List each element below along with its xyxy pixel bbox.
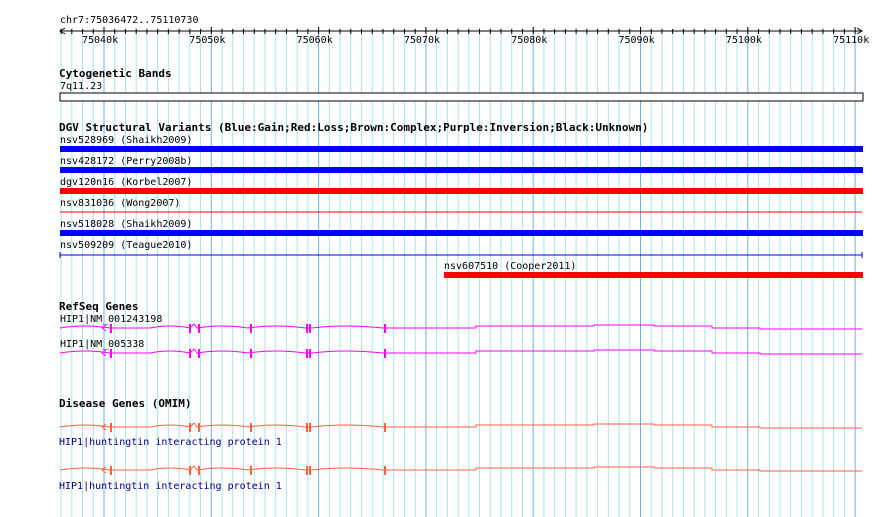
exon — [110, 423, 112, 432]
ruler-tick-label: 75100k — [725, 35, 762, 46]
exon — [189, 466, 191, 475]
exon — [306, 324, 308, 333]
ruler-tick-label: 75090k — [618, 35, 655, 46]
exon — [306, 423, 308, 432]
sv-label[interactable]: dgv120n16 (Korbel2007) — [60, 177, 192, 188]
gene-label[interactable]: HIP1|NM_005338 — [60, 339, 144, 350]
sv-bar — [60, 230, 863, 236]
exon — [384, 423, 386, 432]
exon — [189, 324, 191, 333]
exon — [309, 324, 311, 333]
sv-label[interactable]: nsv831036 (Wong2007) — [60, 198, 180, 209]
sv-label[interactable]: nsv509209 (Teague2010) — [60, 240, 192, 251]
sv-label[interactable]: nsv607510 (Cooper2011) — [444, 261, 576, 272]
sv-label[interactable]: nsv528969 (Shaikh2009) — [60, 135, 192, 146]
omim-gene-label[interactable]: HIP1|huntingtin interacting protein 1 — [59, 437, 282, 448]
exon — [189, 423, 191, 432]
sv-bar — [60, 146, 863, 152]
exon — [198, 423, 200, 432]
omim-gene-label[interactable]: HIP1|huntingtin interacting protein 1 — [59, 481, 282, 492]
sv-bar — [444, 272, 863, 278]
exon — [189, 349, 191, 358]
track-title-refseq[interactable]: RefSeq Genes — [59, 301, 138, 313]
exon — [110, 324, 112, 333]
cytoband-bar — [59, 92, 864, 102]
exon — [110, 466, 112, 475]
gene-intron-line — [59, 465, 862, 472]
ruler-tick-label: 75110k — [833, 35, 870, 46]
ruler-tick-label: 75040k — [82, 35, 119, 46]
exon — [309, 349, 311, 358]
ruler-tick-label: 75050k — [189, 35, 226, 46]
gene-label[interactable]: HIP1|NM_001243198 — [60, 314, 162, 325]
sv-label[interactable]: nsv518028 (Shaikh2009) — [60, 219, 192, 230]
ruler-tick-label: 75070k — [403, 35, 441, 46]
exon — [384, 349, 386, 358]
sv-bar — [60, 188, 863, 194]
exon — [198, 349, 200, 358]
gene-intron-line — [59, 422, 862, 429]
track-title-cytogenetic-bands[interactable]: Cytogenetic Bands — [59, 68, 172, 80]
exon — [250, 466, 252, 475]
exon — [198, 466, 200, 475]
exon — [309, 423, 311, 432]
exon — [198, 324, 200, 333]
ruler-position-label: chr7:75036472..75110730 — [60, 15, 199, 26]
cytoband-label[interactable]: 7q11.23 — [60, 81, 102, 92]
sv-label[interactable]: nsv428172 (Perry2008b) — [60, 156, 192, 167]
track-title-dgv[interactable]: DGV Structural Variants (Blue:Gain;Red:L… — [59, 122, 648, 134]
track-title-omim[interactable]: Disease Genes (OMIM) — [59, 398, 191, 410]
exon — [110, 349, 112, 358]
exon — [306, 466, 308, 475]
exon — [306, 349, 308, 358]
exon — [250, 349, 252, 358]
exon — [250, 324, 252, 333]
ruler-tick-label: 75060k — [296, 35, 333, 46]
exon — [384, 324, 386, 333]
exon — [250, 423, 252, 432]
gene-intron-line — [59, 348, 862, 355]
gene-intron-line — [59, 323, 862, 330]
exon — [309, 466, 311, 475]
ruler-tick-label: 75080k — [511, 35, 548, 46]
exon — [384, 466, 386, 475]
sv-bar — [60, 167, 863, 173]
